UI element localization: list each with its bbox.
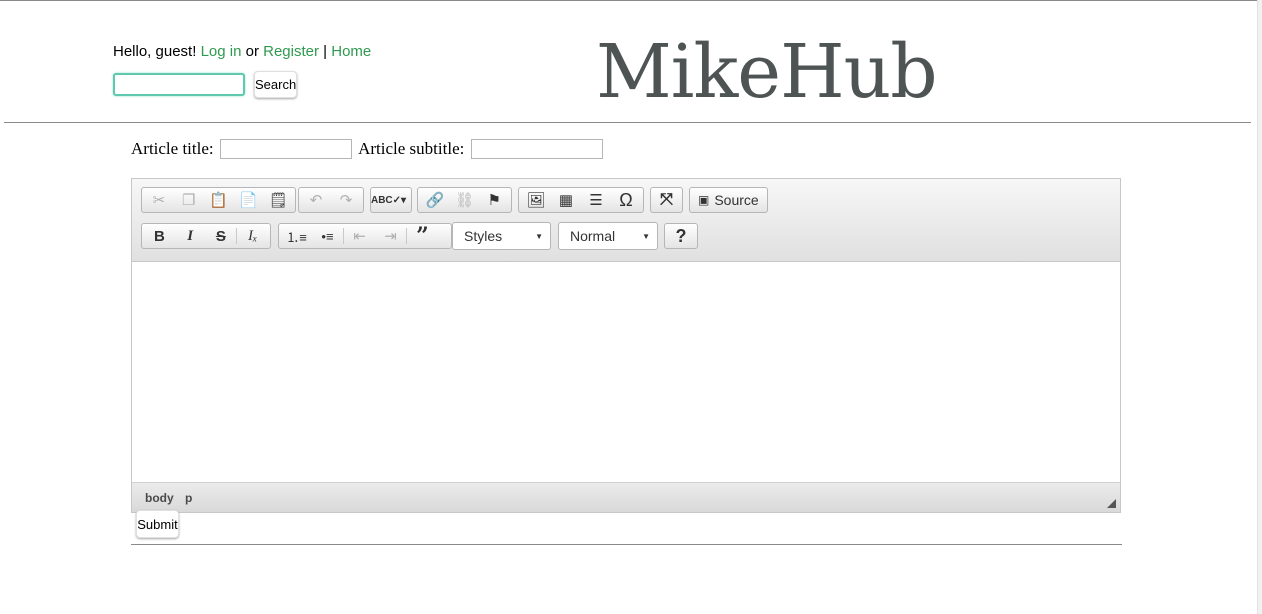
path-body[interactable]: body	[145, 491, 174, 505]
spellcheck-group: ABC✓▾	[370, 187, 412, 213]
special-char-icon[interactable]: Ω	[611, 189, 641, 211]
styles-dropdown-label: Styles	[464, 228, 503, 244]
table-icon[interactable]: ▦	[551, 189, 581, 211]
format-dropdown[interactable]: Normal ▼	[558, 222, 658, 250]
blockquote-icon[interactable]: ”	[407, 223, 438, 249]
history-group: ↶ ↷	[298, 187, 364, 213]
clipboard-group: ✂ ❐ 📋 📄 🗒	[141, 187, 296, 213]
submit-button[interactable]: Submit	[136, 510, 179, 538]
help-icon[interactable]: ?	[667, 225, 695, 247]
horizontal-line-icon[interactable]: ☰	[581, 189, 611, 211]
article-title-label: Article title:	[131, 139, 214, 159]
header-divider	[4, 122, 1251, 123]
editor-status-bar: body p	[132, 482, 1120, 512]
article-subtitle-label: Article subtitle:	[358, 139, 465, 159]
lists-group: ⒈≡ •≡ ⇤ ⇥ ”	[278, 223, 452, 249]
unlink-icon[interactable]: ⛓	[450, 189, 480, 211]
bulleted-list-icon[interactable]: •≡	[312, 225, 343, 247]
login-link[interactable]: Log in	[201, 43, 242, 60]
copy-icon[interactable]: ❐	[174, 189, 204, 211]
user-greeting: Hello, guest! Log in or Register | Home	[113, 42, 371, 62]
basic-styles-group: B I S Iₓ	[141, 223, 271, 249]
italic-icon[interactable]: I	[175, 225, 206, 247]
source-icon: ▣	[698, 193, 710, 207]
page-scrollbar[interactable]	[1257, 0, 1262, 614]
footer-divider	[131, 544, 1122, 545]
bold-icon[interactable]: B	[144, 225, 175, 247]
remove-format-icon[interactable]: Iₓ	[237, 225, 268, 247]
register-link[interactable]: Register	[263, 43, 319, 60]
home-link[interactable]: Home	[331, 43, 371, 60]
source-group: ▣ Source	[689, 187, 768, 213]
paste-word-icon[interactable]: 🗒	[263, 189, 293, 211]
article-subtitle-input[interactable]	[470, 139, 603, 160]
insert-group: 🖼 ▦ ☰ Ω	[518, 187, 644, 213]
nav-separator: |	[323, 43, 328, 60]
chevron-down-icon: ▼	[642, 231, 650, 241]
format-dropdown-label: Normal	[570, 228, 616, 244]
source-button[interactable]: ▣ Source	[692, 192, 765, 208]
editor-content-area[interactable]	[132, 262, 1120, 481]
strike-icon[interactable]: S	[206, 225, 237, 247]
image-icon[interactable]: 🖼	[521, 189, 551, 211]
maximize-icon[interactable]: ⤧	[653, 189, 680, 211]
article-title-input[interactable]	[219, 139, 352, 160]
editor-toolbar: ✂ ❐ 📋 📄 🗒 ↶ ↷ ABC✓▾ 🔗 ⛓ ⚑ 🖼 ▦ ☰ Ω ⤧ ▣ So…	[132, 179, 1120, 262]
resize-handle-icon[interactable]	[1107, 499, 1116, 508]
top-divider	[0, 0, 1258, 1]
undo-icon[interactable]: ↶	[301, 189, 331, 211]
help-group: ?	[664, 223, 698, 249]
indent-icon[interactable]: ⇥	[375, 225, 406, 247]
source-label: Source	[714, 192, 759, 208]
path-p[interactable]: p	[185, 491, 192, 505]
maximize-group: ⤧	[650, 187, 683, 213]
anchor-icon[interactable]: ⚑	[479, 189, 509, 211]
paste-text-icon[interactable]: 📄	[233, 189, 263, 211]
cut-icon[interactable]: ✂	[144, 189, 174, 211]
rich-text-editor: ✂ ❐ 📋 📄 🗒 ↶ ↷ ABC✓▾ 🔗 ⛓ ⚑ 🖼 ▦ ☰ Ω ⤧ ▣ So…	[131, 178, 1121, 513]
styles-dropdown[interactable]: Styles ▼	[452, 222, 551, 250]
paste-icon[interactable]: 📋	[204, 189, 234, 211]
greeting-text: Hello, guest!	[113, 43, 197, 60]
link-icon[interactable]: 🔗	[420, 189, 450, 211]
link-group: 🔗 ⛓ ⚑	[417, 187, 512, 213]
article-meta-row: Article title: Article subtitle:	[131, 138, 605, 162]
spellcheck-icon[interactable]: ABC✓▾	[371, 189, 406, 211]
numbered-list-icon[interactable]: ⒈≡	[281, 225, 312, 247]
chevron-down-icon: ▼	[535, 231, 543, 241]
redo-icon[interactable]: ↷	[331, 189, 361, 211]
search-input[interactable]	[113, 73, 245, 96]
outdent-icon[interactable]: ⇤	[344, 225, 375, 247]
site-logo: MikeHub	[596, 29, 938, 115]
search-button[interactable]: Search	[254, 71, 297, 98]
or-text: or	[245, 43, 259, 60]
